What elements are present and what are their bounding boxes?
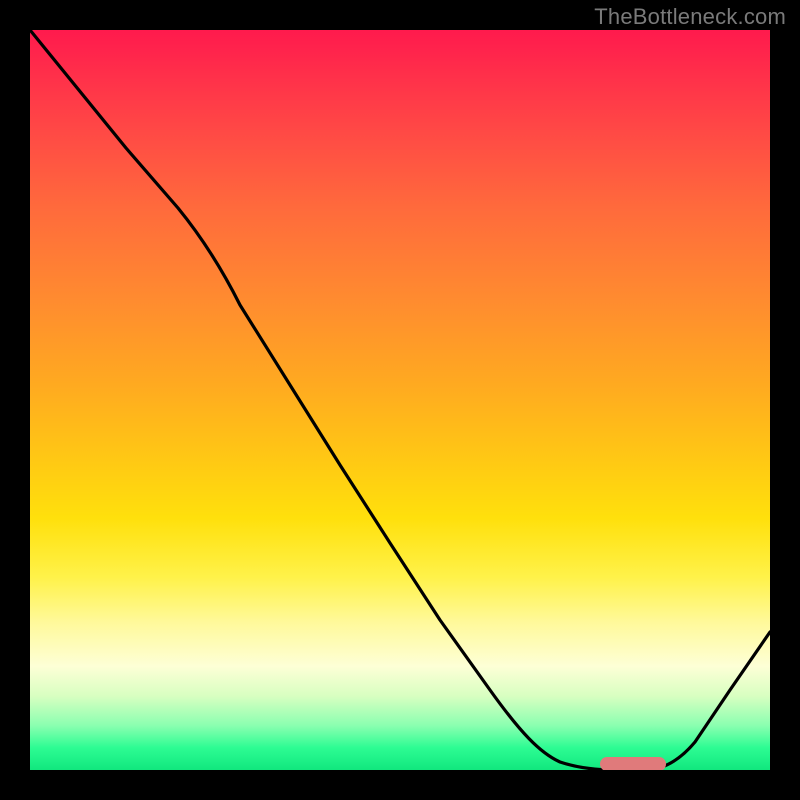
- curve-path: [30, 30, 770, 770]
- bottleneck-curve: [30, 30, 770, 770]
- plot-area: [30, 30, 770, 770]
- watermark-text: TheBottleneck.com: [594, 4, 786, 30]
- chart-frame: TheBottleneck.com: [0, 0, 800, 800]
- optimal-range-marker: [600, 757, 666, 770]
